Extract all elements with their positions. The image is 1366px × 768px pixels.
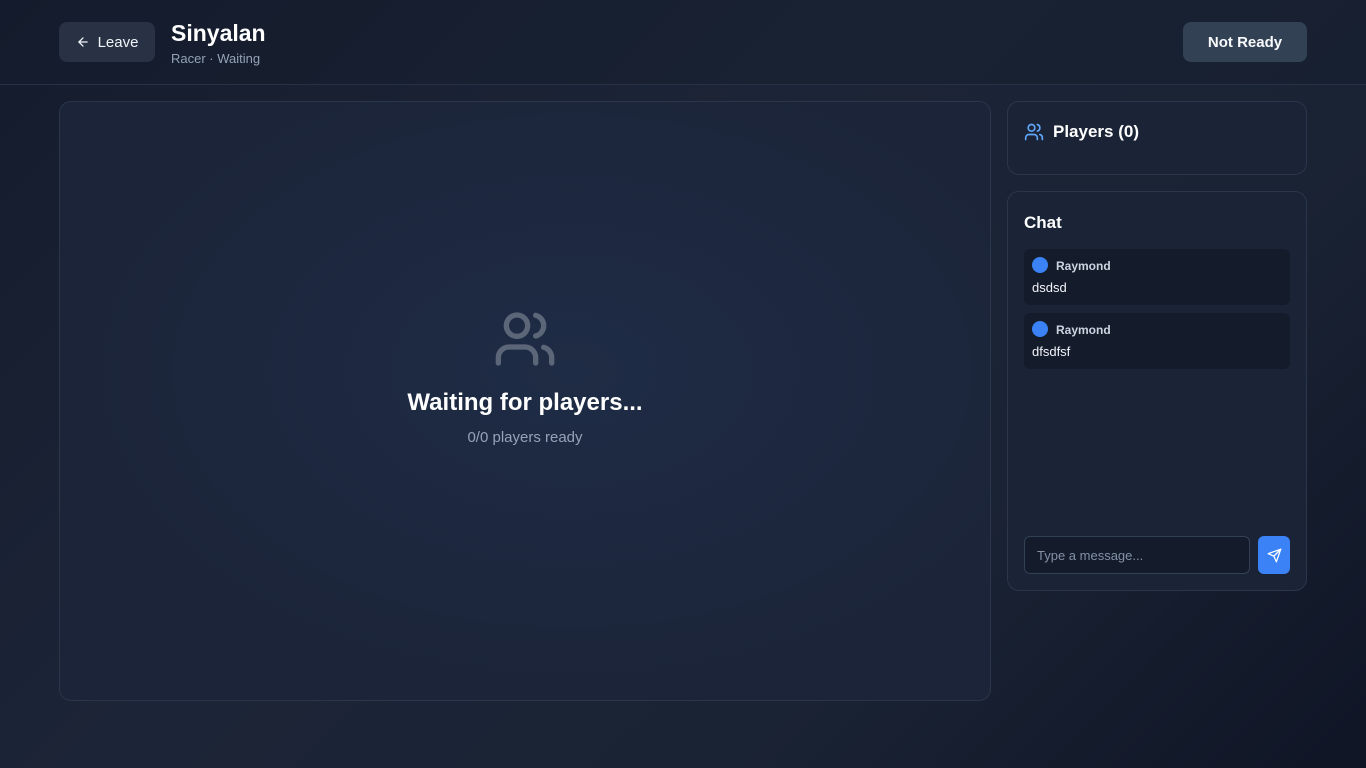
players-title: Players (0) [1053, 122, 1139, 141]
message-text: dsdsd [1032, 280, 1067, 295]
arrow-left-icon [77, 37, 88, 47]
top-bar: Leave Sinyalan Racer · Waiting Not Ready [0, 0, 1366, 85]
chat-panel: Chat Raymond dsdsd Raymond dfsdfsf [1007, 191, 1307, 591]
users-icon [495, 312, 555, 366]
players-panel: Players (0) [1007, 101, 1307, 175]
game-stage: Waiting for players... 0/0 players ready [59, 101, 991, 701]
send-button[interactable] [1258, 536, 1290, 574]
waiting-panel: Waiting for players... 0/0 players ready [60, 307, 990, 446]
leave-button[interactable]: Leave [59, 22, 155, 62]
avatar [1032, 321, 1048, 337]
message-author: Raymond [1056, 323, 1111, 337]
ready-toggle-button[interactable]: Not Ready [1183, 22, 1307, 62]
avatar [1032, 257, 1048, 273]
users-icon [1024, 123, 1044, 141]
message-author: Raymond [1056, 259, 1111, 273]
waiting-title: Waiting for players... [407, 389, 643, 416]
message-text: dfsdfsf [1032, 344, 1071, 359]
send-icon [1267, 548, 1281, 562]
chat-message: Raymond dsdsd [1024, 249, 1290, 305]
chat-title: Chat [1024, 213, 1062, 232]
ready-count: 0/0 players ready [467, 429, 583, 446]
chat-message-input[interactable] [1024, 536, 1250, 574]
room-title: Sinyalan [171, 20, 266, 46]
players-header: Players (0) [1024, 122, 1139, 142]
chat-message: Raymond dfsdfsf [1024, 313, 1290, 369]
leave-label: Leave [97, 33, 139, 51]
room-subtitle: Racer · Waiting [171, 51, 261, 66]
